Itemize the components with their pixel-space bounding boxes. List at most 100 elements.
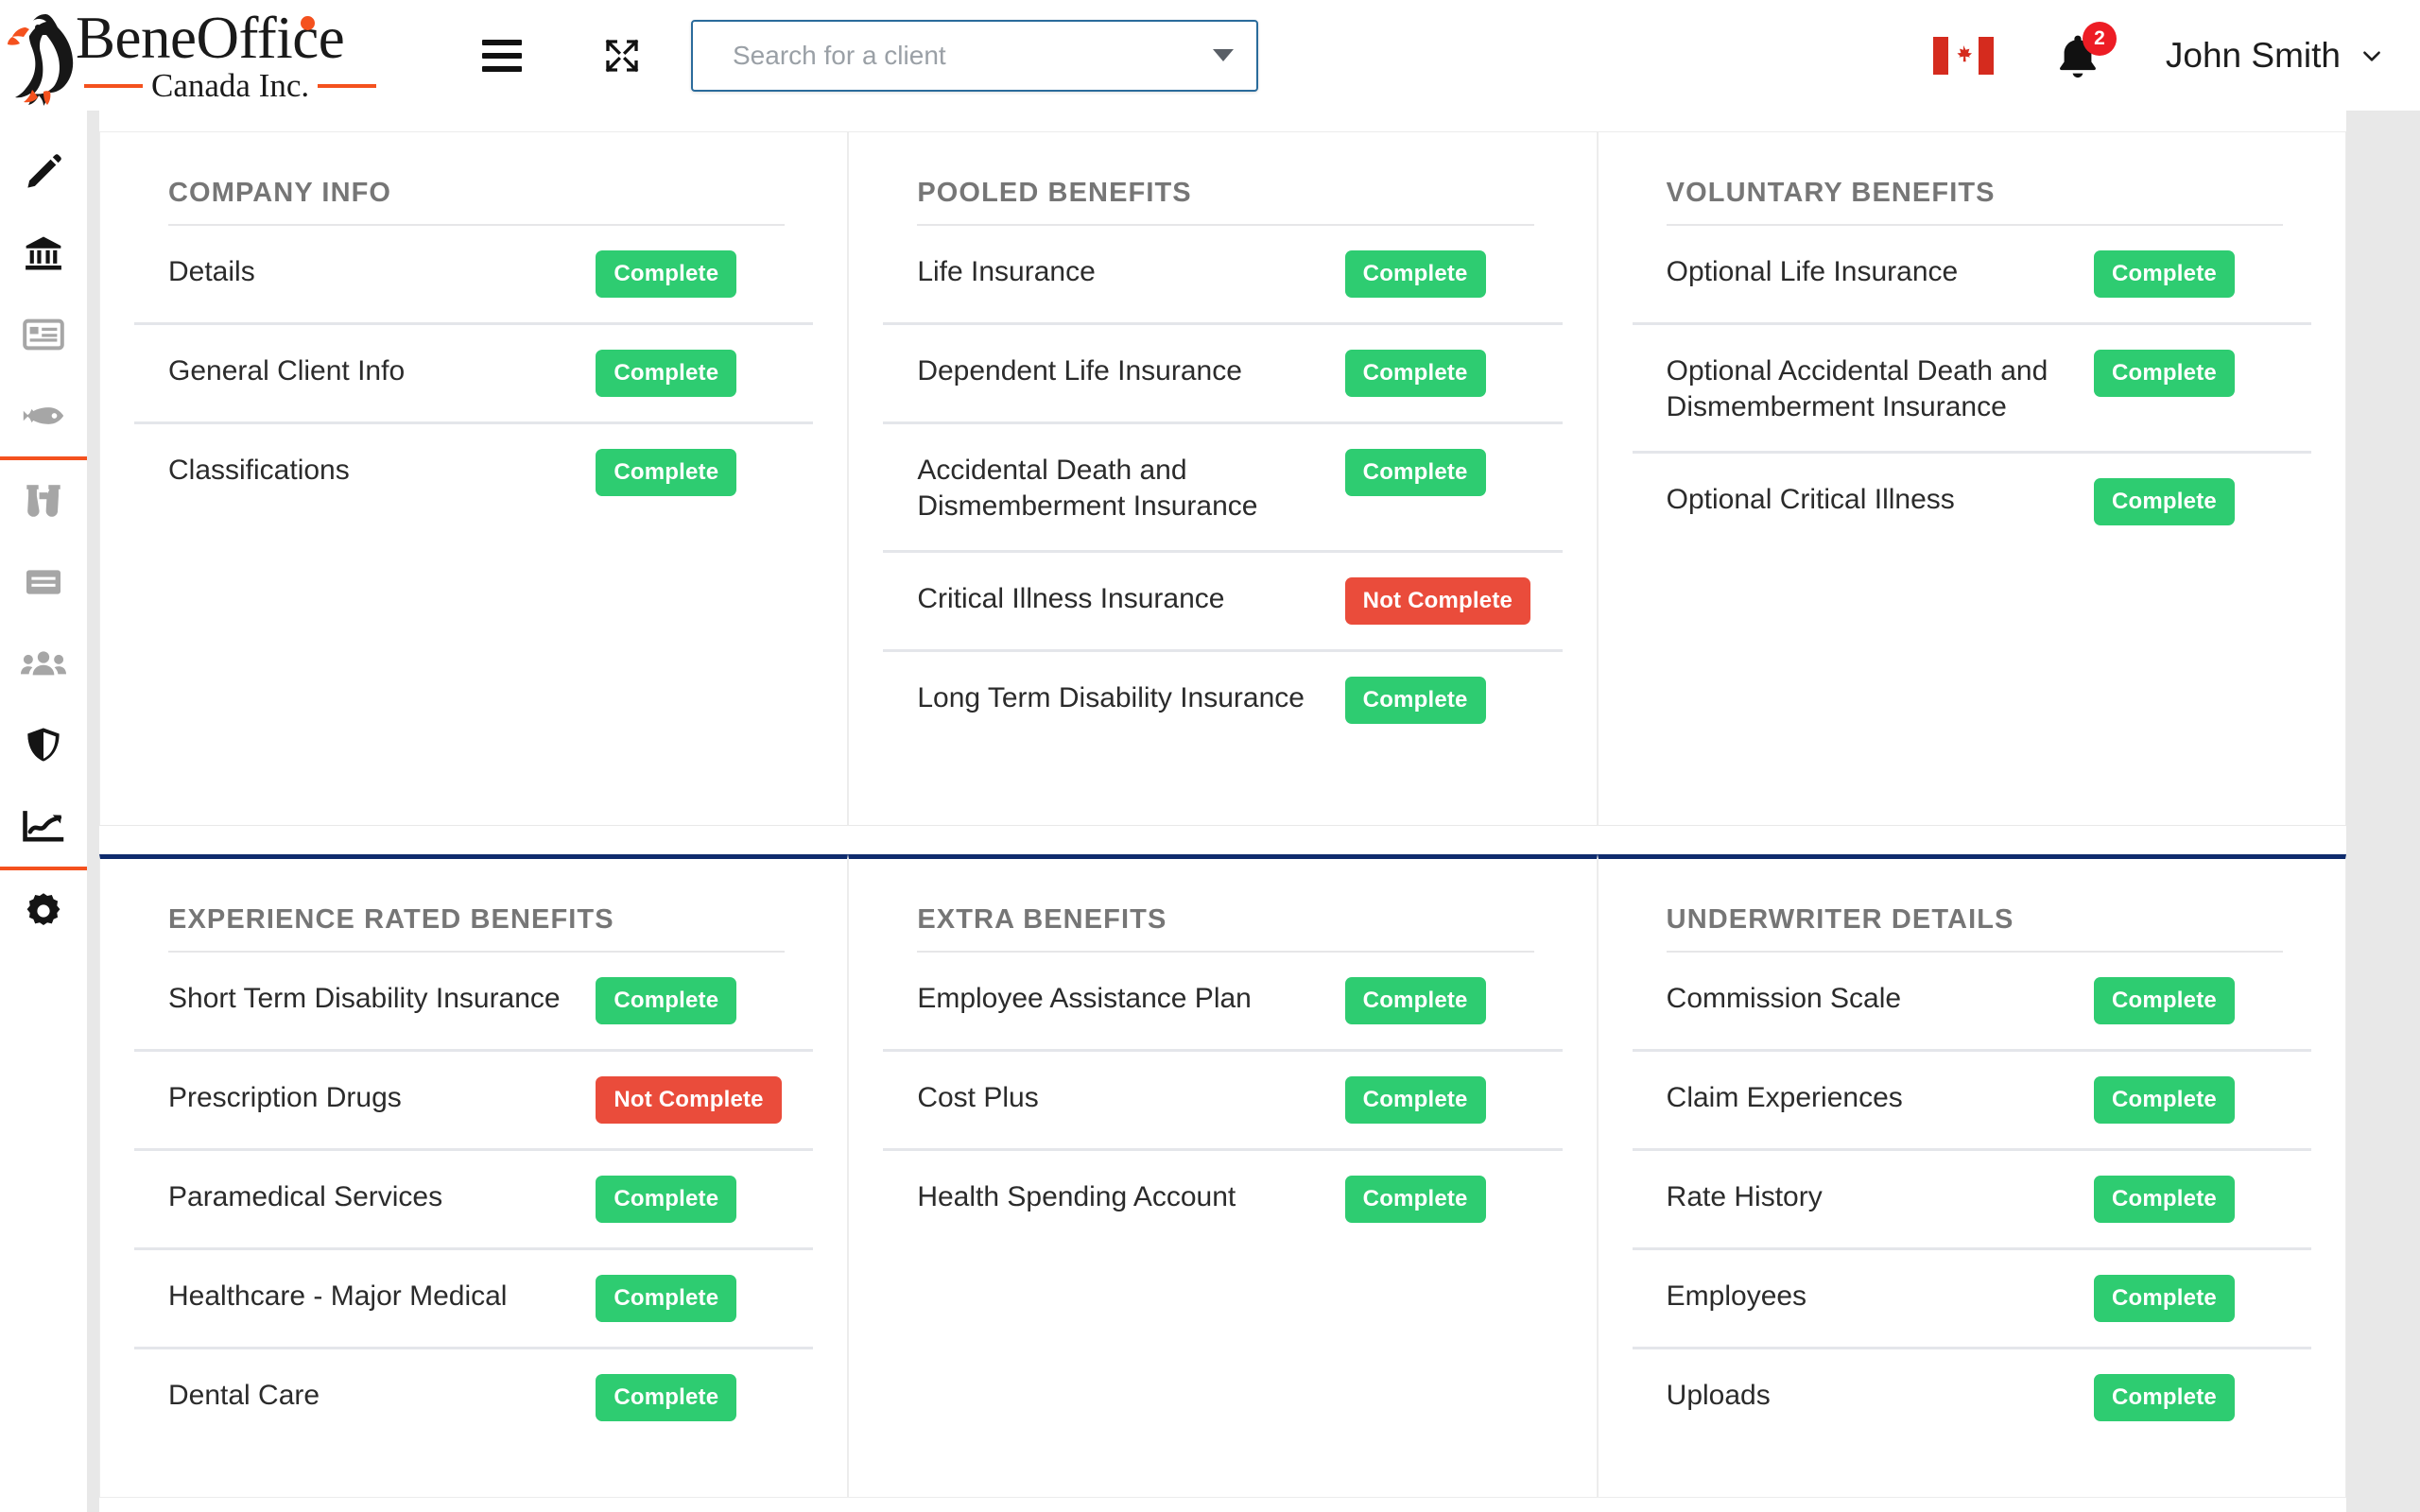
status-cell: Complete [2094, 1275, 2283, 1322]
status-badge[interactable]: Complete [1345, 449, 1486, 496]
status-cell: Complete [2094, 350, 2283, 397]
status-badge[interactable]: Complete [2094, 1076, 2235, 1124]
status-badge[interactable]: Not Complete [596, 1076, 781, 1124]
list-item[interactable]: Rate History Complete [1633, 1151, 2311, 1250]
list-item[interactable]: General Client Info Complete [134, 325, 813, 424]
status-badge[interactable]: Complete [2094, 478, 2235, 525]
list-item-label: Employee Assistance Plan [917, 977, 1344, 1017]
list-item[interactable]: Accidental Death and Dismemberment Insur… [883, 424, 1562, 553]
list-item[interactable]: Paramedical Services Complete [134, 1151, 813, 1250]
list-item[interactable]: Optional Accidental Death and Dismemberm… [1633, 325, 2311, 454]
status-cell: Complete [2094, 478, 2283, 525]
sidebar-item-company[interactable] [0, 213, 87, 294]
status-cell: Complete [596, 449, 785, 496]
status-badge[interactable]: Complete [596, 449, 736, 496]
brand-name: BeneOffice [76, 9, 385, 68]
status-badge[interactable]: Complete [2094, 1275, 2235, 1322]
list-item[interactable]: Classifications Complete [134, 424, 813, 521]
list-item[interactable]: Short Term Disability Insurance Complete [134, 953, 813, 1052]
list-item-label: Prescription Drugs [168, 1076, 596, 1116]
list-item[interactable]: Claim Experiences Complete [1633, 1052, 2311, 1151]
list-item-label: General Client Info [168, 350, 596, 389]
status-badge[interactable]: Complete [2094, 1374, 2235, 1421]
list-item[interactable]: Employees Complete [1633, 1250, 2311, 1349]
status-badge[interactable]: Complete [2094, 250, 2235, 298]
list-item[interactable]: Optional Critical Illness Complete [1633, 454, 2311, 550]
document-icon [23, 565, 64, 599]
status-cell: Complete [596, 250, 785, 298]
status-badge[interactable]: Complete [1345, 1176, 1486, 1223]
sidebar-item-documents[interactable] [0, 541, 87, 623]
status-badge[interactable]: Complete [596, 1275, 736, 1322]
header-right-cluster: 2 John Smith [1933, 0, 2420, 111]
list-item-label: Optional Critical Illness [1667, 478, 2094, 518]
sidebar-item-settings[interactable] [0, 870, 87, 952]
list-item-label: Optional Accidental Death and Dismemberm… [1667, 350, 2094, 426]
list-item[interactable]: Employee Assistance Plan Complete [883, 953, 1562, 1052]
status-badge[interactable]: Complete [1345, 977, 1486, 1024]
status-cell: Complete [596, 1176, 785, 1223]
user-menu[interactable]: John Smith [2166, 36, 2384, 76]
status-badge[interactable]: Complete [596, 250, 736, 298]
list-item-label: Long Term Disability Insurance [917, 677, 1344, 716]
sidebar-item-security[interactable] [0, 704, 87, 785]
canada-flag-icon[interactable] [1933, 37, 1994, 75]
status-badge[interactable]: Complete [1345, 250, 1486, 298]
list-item-label: Details [168, 250, 596, 290]
pencil-icon [24, 152, 63, 192]
hamburger-bar [482, 53, 522, 59]
list-item[interactable]: Cost Plus Complete [883, 1052, 1562, 1151]
main-content: COMPANY INFO Details Complete General Cl… [99, 111, 2346, 1512]
card-row-top: COMPANY INFO Details Complete General Cl… [99, 131, 2346, 826]
client-search[interactable]: Search for a client [691, 20, 1258, 92]
brand-subtitle-wrap: Canada Inc. [76, 69, 385, 102]
status-badge[interactable]: Complete [596, 350, 736, 397]
chevron-down-icon[interactable] [2360, 43, 2384, 68]
sidebar-item-reports[interactable] [0, 785, 87, 867]
status-badge[interactable]: Complete [596, 1176, 736, 1223]
status-badge[interactable]: Complete [2094, 350, 2235, 397]
status-badge[interactable]: Complete [1345, 350, 1486, 397]
sidebar-item-edit[interactable] [0, 131, 87, 213]
expand-arrows-icon[interactable] [603, 37, 641, 75]
sidebar-item-launch[interactable] [0, 375, 87, 456]
hamburger-menu-icon[interactable] [482, 40, 522, 72]
status-badge[interactable]: Not Complete [1345, 577, 1530, 625]
list-item[interactable]: Details Complete [134, 226, 813, 325]
left-sidebar [0, 111, 87, 1512]
list-item[interactable]: Healthcare - Major Medical Complete [134, 1250, 813, 1349]
sidebar-item-records[interactable] [0, 294, 87, 375]
list-item-label: Dental Care [168, 1374, 596, 1414]
list-item[interactable]: Health Spending Account Complete [883, 1151, 1562, 1247]
status-badge[interactable]: Complete [596, 1374, 736, 1421]
chevron-down-icon[interactable] [1213, 49, 1234, 61]
card-title: POOLED BENEFITS [883, 178, 1562, 224]
hamburger-bar [482, 66, 522, 72]
brand-text: BeneOffice Canada Inc. [76, 9, 385, 102]
list-item[interactable]: Uploads Complete [1633, 1349, 2311, 1446]
sidebar-item-search[interactable] [0, 460, 87, 541]
status-badge[interactable]: Complete [1345, 677, 1486, 724]
list-item[interactable]: Commission Scale Complete [1633, 953, 2311, 1052]
search-input[interactable]: Search for a client [691, 20, 1258, 92]
list-item[interactable]: Optional Life Insurance Complete [1633, 226, 2311, 325]
notifications-bell[interactable]: 2 [2052, 29, 2103, 82]
status-cell: Complete [2094, 250, 2283, 298]
status-cell: Complete [2094, 1176, 2283, 1223]
list-item[interactable]: Dental Care Complete [134, 1349, 813, 1446]
list-item[interactable]: Long Term Disability Insurance Complete [883, 652, 1562, 748]
list-item[interactable]: Dependent Life Insurance Complete [883, 325, 1562, 424]
list-item-label: Employees [1667, 1275, 2094, 1314]
sidebar-item-members[interactable] [0, 623, 87, 704]
list-item[interactable]: Critical Illness Insurance Not Complete [883, 553, 1562, 652]
status-cell: Complete [596, 1275, 785, 1322]
status-badge[interactable]: Complete [2094, 977, 2235, 1024]
card-experience-rated-benefits: EXPERIENCE RATED BENEFITS Short Term Dis… [99, 854, 848, 1498]
list-item[interactable]: Life Insurance Complete [883, 226, 1562, 325]
status-badge[interactable]: Complete [1345, 1076, 1486, 1124]
brand-logo[interactable]: BeneOffice Canada Inc. [0, 0, 444, 111]
status-badge[interactable]: Complete [596, 977, 736, 1024]
status-badge[interactable]: Complete [2094, 1176, 2235, 1223]
list-item[interactable]: Prescription Drugs Not Complete [134, 1052, 813, 1151]
list-item-label: Short Term Disability Insurance [168, 977, 596, 1017]
